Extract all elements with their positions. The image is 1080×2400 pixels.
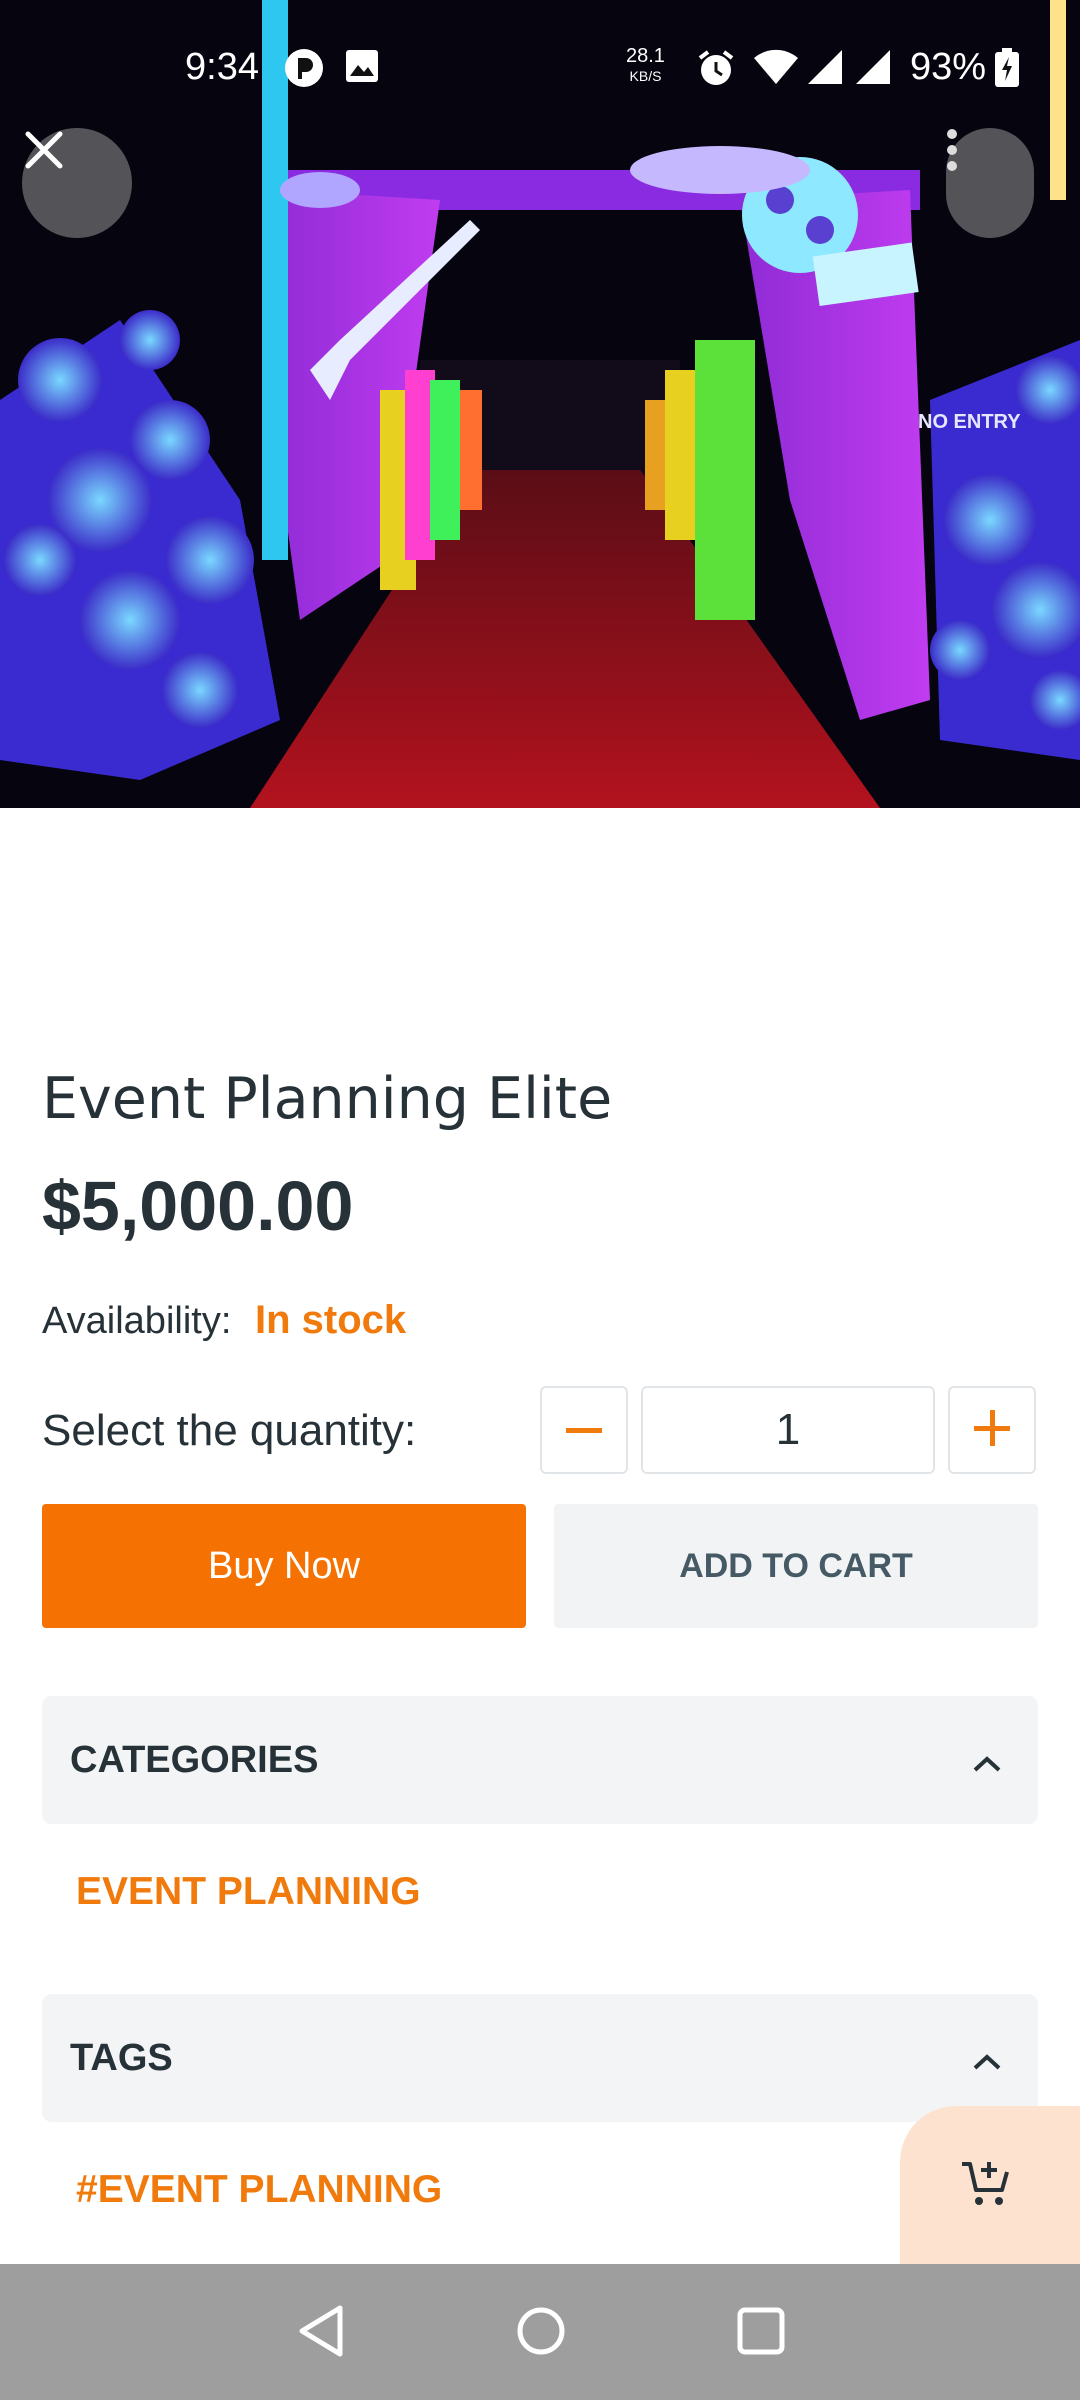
minus-icon <box>566 1421 602 1439</box>
decrease-quantity-button[interactable] <box>540 1386 628 1474</box>
product-title: Event Planning Elite <box>42 1066 613 1132</box>
availability-status: In stock <box>255 1298 407 1342</box>
network-speed-value: 28.1 <box>626 45 665 67</box>
buy-now-button[interactable]: Buy Now <box>42 1504 526 1628</box>
tags-accordion-header[interactable]: TAGS <box>42 1994 1038 2122</box>
category-link[interactable]: EVENT PLANNING <box>76 1870 421 1914</box>
categories-accordion-header[interactable]: CATEGORIES <box>42 1696 1038 1824</box>
plus-icon <box>974 1409 1010 1451</box>
add-to-cart-button[interactable]: ADD TO CART <box>554 1504 1038 1628</box>
status-bar: 9:34 28.1 KB/S 93% <box>0 0 1080 136</box>
quantity-input[interactable]: 1 <box>641 1386 935 1474</box>
sign-text: NO ENTRY <box>918 411 1021 433</box>
quantity-label: Select the quantity: <box>42 1406 417 1455</box>
add-cart-icon <box>960 2158 1012 2215</box>
product-price: $5,000.00 <box>42 1167 354 1245</box>
system-navigation-bar <box>0 2264 1080 2400</box>
network-speed: 28.1 KB/S <box>626 46 665 86</box>
recents-icon[interactable] <box>736 2304 786 2363</box>
tag-link[interactable]: #EVENT PLANNING <box>76 2168 442 2212</box>
status-time: 9:34 <box>185 46 259 88</box>
battery-level: 93% <box>910 46 987 88</box>
more-options-button[interactable] <box>946 128 1034 238</box>
cart-fab-button[interactable] <box>900 2106 1080 2266</box>
increase-quantity-button[interactable] <box>948 1386 1036 1474</box>
tags-heading: TAGS <box>70 2036 173 2079</box>
close-button[interactable] <box>22 128 132 238</box>
chevron-up-icon <box>972 1740 1002 1783</box>
network-speed-unit: KB/S <box>629 68 662 84</box>
availability-label: Availability: <box>42 1300 232 1342</box>
home-icon[interactable] <box>514 2304 568 2363</box>
categories-heading: CATEGORIES <box>70 1738 319 1781</box>
product-image: NO ENTRY 9:34 28.1 KB/S 93% <box>0 0 1080 808</box>
back-icon[interactable] <box>296 2304 346 2363</box>
chevron-up-icon <box>972 2038 1002 2081</box>
